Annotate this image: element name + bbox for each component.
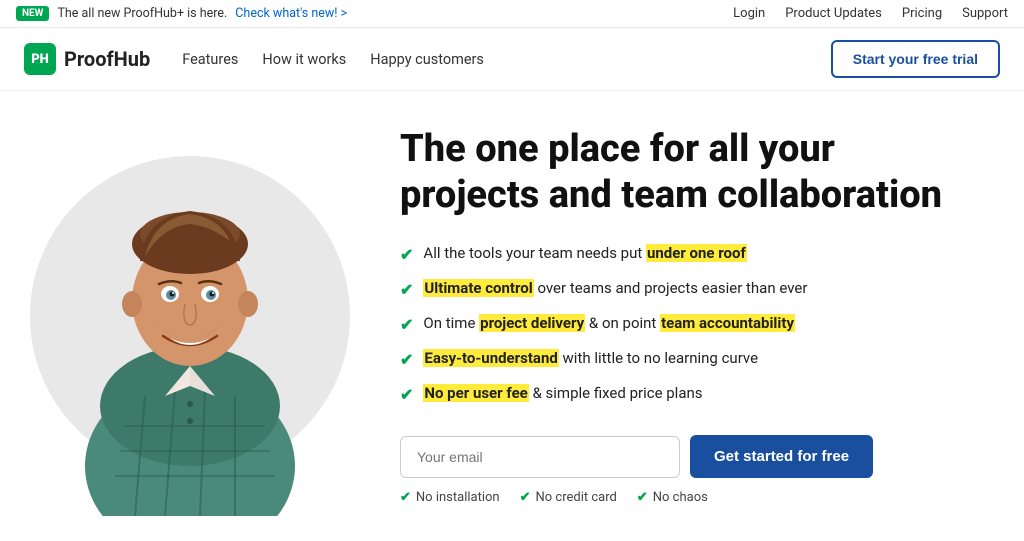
highlight-under-one-roof: under one roof — [646, 244, 747, 262]
top-nav-support[interactable]: Support — [962, 6, 1008, 21]
person-figure — [35, 116, 345, 516]
highlight-easy-to-understand: Easy-to-understand — [423, 349, 558, 367]
trust-no-credit-card: ✔ No credit card — [520, 490, 617, 505]
top-nav: Login Product Updates Pricing Support — [733, 6, 1008, 21]
trust-check-2: ✔ — [520, 490, 531, 505]
feature-text-3: On time project delivery & on point team… — [423, 312, 795, 335]
announcement-left: NEW The all new ProofHub+ is here. Check… — [16, 6, 347, 21]
feature-list: ✔ All the tools your team needs put unde… — [400, 242, 964, 407]
logo-icon: PH — [24, 43, 56, 75]
nav-links: Features How it works Happy customers — [182, 51, 484, 68]
highlight-project-delivery: project delivery — [479, 314, 585, 332]
hero-section: The one place for all your projects and … — [0, 91, 1024, 541]
logo[interactable]: PH ProofHub — [24, 43, 150, 75]
trust-label-3: No chaos — [653, 490, 708, 505]
nav-happy-customers[interactable]: Happy customers — [370, 51, 484, 68]
logo-initials: PH — [31, 52, 49, 67]
feature-item-2: ✔ Ultimate control over teams and projec… — [400, 277, 964, 302]
signup-row: Get started for free — [400, 435, 964, 478]
announcement-bar: NEW The all new ProofHub+ is here. Check… — [0, 0, 1024, 28]
highlight-team-accountability: team accountability — [660, 314, 795, 332]
announcement-text: The all new ProofHub+ is here. — [57, 6, 227, 21]
check-icon-3: ✔ — [400, 313, 413, 337]
feature-text-4: Easy-to-understand with little to no lea… — [423, 347, 758, 370]
feature-item-4: ✔ Easy-to-understand with little to no l… — [400, 347, 964, 372]
trust-no-installation: ✔ No installation — [400, 490, 500, 505]
check-whats-new-link[interactable]: Check what's new! > — [235, 6, 347, 21]
nav-features[interactable]: Features — [182, 51, 238, 68]
nav-left: PH ProofHub Features How it works Happy … — [24, 43, 484, 75]
check-icon-5: ✔ — [400, 383, 413, 407]
start-free-trial-button[interactable]: Start your free trial — [831, 40, 1000, 78]
nav-how-it-works[interactable]: How it works — [262, 51, 346, 68]
trust-badges: ✔ No installation ✔ No credit card ✔ No … — [400, 490, 964, 505]
hero-title: The one place for all your projects and … — [400, 127, 964, 218]
feature-item-3: ✔ On time project delivery & on point te… — [400, 312, 964, 337]
check-icon-4: ✔ — [400, 348, 413, 372]
get-started-button[interactable]: Get started for free — [690, 435, 873, 478]
check-icon-1: ✔ — [400, 243, 413, 267]
top-nav-product-updates[interactable]: Product Updates — [785, 6, 882, 21]
highlight-no-per-user-fee: No per user fee — [423, 384, 528, 402]
main-nav: PH ProofHub Features How it works Happy … — [0, 28, 1024, 91]
feature-item-5: ✔ No per user fee & simple fixed price p… — [400, 382, 964, 407]
feature-item-1: ✔ All the tools your team needs put unde… — [400, 242, 964, 267]
trust-label-2: No credit card — [536, 490, 617, 505]
feature-text-2: Ultimate control over teams and projects… — [423, 277, 807, 300]
hero-image-area — [0, 111, 380, 521]
email-input[interactable] — [400, 436, 680, 478]
top-nav-login[interactable]: Login — [733, 6, 765, 21]
person-illustration — [45, 126, 335, 516]
trust-label-1: No installation — [416, 490, 500, 505]
feature-text-5: No per user fee & simple fixed price pla… — [423, 382, 702, 405]
trust-check-1: ✔ — [400, 490, 411, 505]
highlight-ultimate-control: Ultimate control — [423, 279, 533, 297]
hero-content: The one place for all your projects and … — [380, 127, 964, 505]
feature-text-1: All the tools your team needs put under … — [423, 242, 746, 265]
new-badge: NEW — [16, 6, 49, 21]
trust-check-3: ✔ — [637, 490, 648, 505]
logo-text: ProofHub — [64, 47, 150, 71]
trust-no-chaos: ✔ No chaos — [637, 490, 708, 505]
top-nav-pricing[interactable]: Pricing — [902, 6, 942, 21]
check-icon-2: ✔ — [400, 278, 413, 302]
